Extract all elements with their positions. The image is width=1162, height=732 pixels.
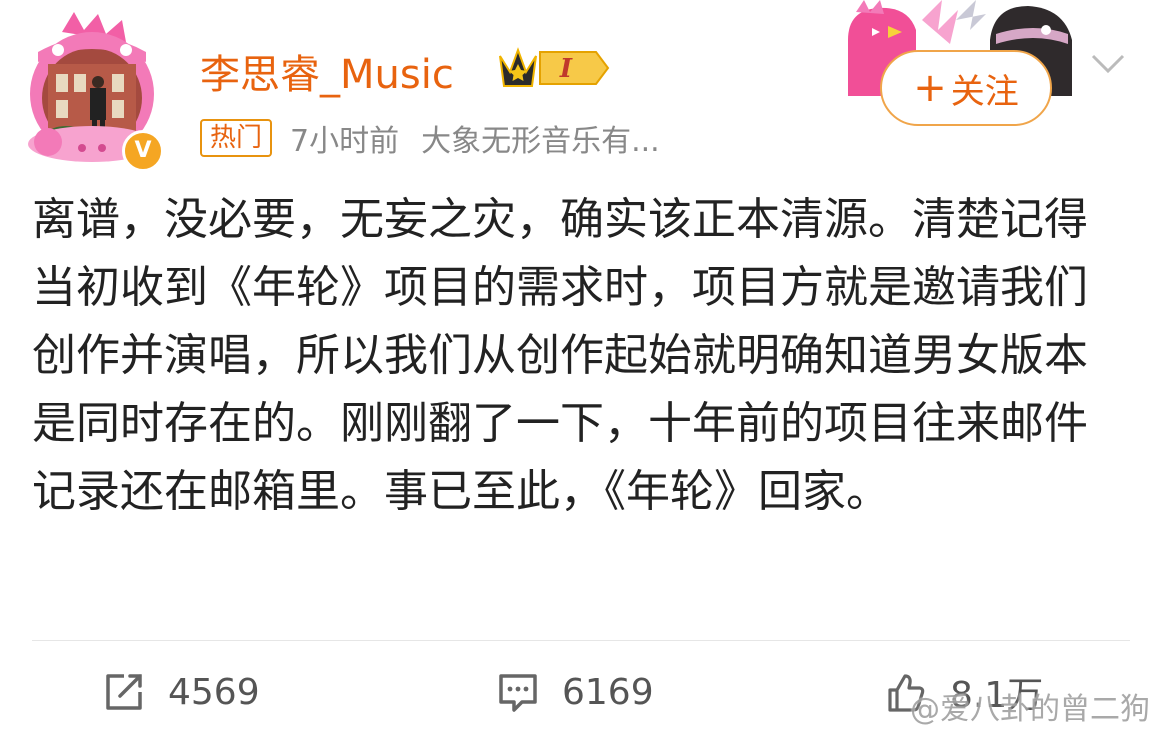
verified-badge-icon: V bbox=[122, 130, 164, 172]
comment-button[interactable]: 6169 bbox=[496, 668, 654, 716]
vip-crown-badge-icon[interactable]: I bbox=[496, 42, 612, 94]
plus-icon: + bbox=[913, 65, 947, 111]
divider bbox=[32, 640, 1130, 641]
chevron-down-icon[interactable] bbox=[1090, 52, 1126, 76]
hot-tag: 热门 bbox=[200, 119, 273, 157]
post-time: 7小时前 bbox=[290, 124, 400, 159]
vip-level: I bbox=[559, 54, 573, 84]
avatar[interactable]: V bbox=[22, 12, 164, 172]
repost-count: 4569 bbox=[168, 671, 260, 713]
watermark: @爱八卦的曾二狗 bbox=[910, 692, 1150, 727]
username[interactable]: 李思睿_Music bbox=[200, 42, 454, 100]
follow-button[interactable]: + 关注 bbox=[880, 50, 1052, 126]
post-text: 离谱，没必要，无妄之灾，确实该正本清源。清楚记得当初收到《年轮》项目的需求时，项… bbox=[32, 194, 1088, 517]
post-source[interactable]: 大象无形音乐有... bbox=[421, 116, 660, 160]
repost-button[interactable]: 4569 bbox=[102, 668, 260, 716]
comment-icon bbox=[499, 674, 537, 712]
post-meta: 热门 7小时前 大象无形音乐有... bbox=[200, 116, 660, 160]
follow-label: 关注 bbox=[950, 71, 1019, 112]
comment-count: 6169 bbox=[562, 671, 654, 713]
repost-icon bbox=[106, 674, 142, 710]
